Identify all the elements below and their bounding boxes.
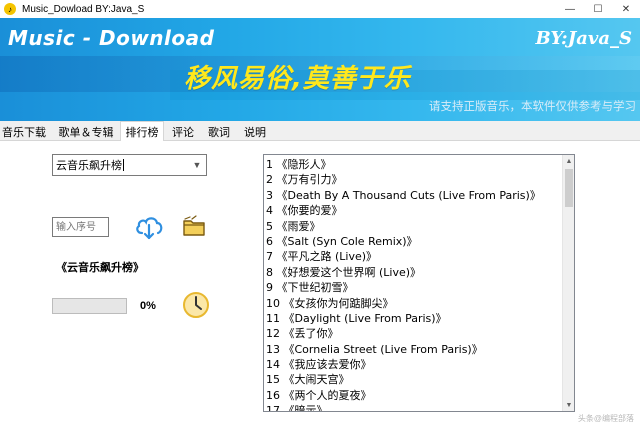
list-item[interactable]: 3 《Death By A Thousand Cuts (Live From P… <box>266 188 561 203</box>
scroll-thumb[interactable] <box>565 169 573 207</box>
folder-icon[interactable] <box>182 215 206 237</box>
tab-bar: 音乐下载 歌单＆专辑 排行榜 评论 歌词 说明 <box>0 121 640 142</box>
chart-select-value: 云音乐飙升榜 <box>56 160 122 172</box>
window-title: Music_Dowload BY:Java_S <box>22 3 145 15</box>
tab-ranking[interactable]: 排行榜 <box>120 121 164 142</box>
list-item[interactable]: 4 《你要的爱》 <box>266 203 561 218</box>
list-item[interactable]: 7 《平凡之路 (Live)》 <box>266 249 561 264</box>
tab-music-download[interactable]: 音乐下载 <box>0 122 48 141</box>
tab-instructions[interactable]: 说明 <box>239 122 271 141</box>
list-item[interactable]: 11 《Daylight (Live From Paris)》 <box>266 311 561 326</box>
header-banner: Music - Download BY:Java_S 移风易俗,莫善于乐 请支持… <box>0 18 640 121</box>
cloud-download-icon[interactable] <box>134 213 164 241</box>
tab-lyrics[interactable]: 歌词 <box>203 122 235 141</box>
tab-comments[interactable]: 评论 <box>167 122 199 141</box>
list-item[interactable]: 13 《Cornelia Street (Live From Paris)》 <box>266 342 561 357</box>
list-item[interactable]: 8 《好想爱这个世界啊 (Live)》 <box>266 265 561 280</box>
song-items: 1 《隐形人》 2 《万有引力》 3 《Death By A Thousand Cu… <box>266 157 561 411</box>
list-item[interactable]: 15 《大闹天宫》 <box>266 372 561 387</box>
tab-playlist-album[interactable]: 歌单＆专辑 <box>55 122 117 141</box>
list-item[interactable]: 9 《下世纪初雪》 <box>266 280 561 295</box>
list-item[interactable]: 1 《隐形人》 <box>266 157 561 172</box>
list-item[interactable]: 17 《暗示》 <box>266 403 561 411</box>
banner-author: BY:Java_S <box>535 28 632 49</box>
minimize-button[interactable]: — <box>556 0 584 18</box>
scroll-up-arrow-icon[interactable]: ▲ <box>563 155 574 167</box>
watermark: 头条@编程部落 <box>577 414 634 423</box>
list-item[interactable]: 5 《雨爱》 <box>266 219 561 234</box>
list-item[interactable]: 2 《万有引力》 <box>266 172 561 187</box>
banner-title: Music - Download <box>8 26 215 50</box>
list-item[interactable]: 6 《Salt (Syn Cole Remix)》 <box>266 234 561 249</box>
index-input[interactable] <box>52 217 109 237</box>
list-item[interactable]: 10 《女孩你为何踮脚尖》 <box>266 296 561 311</box>
list-item[interactable]: 14 《我应该去爱你》 <box>266 357 561 372</box>
playlist-title: 《云音乐飙升榜》 <box>56 262 144 274</box>
chevron-down-icon[interactable]: ▼ <box>191 158 203 172</box>
scroll-down-arrow-icon[interactable]: ▼ <box>563 399 574 411</box>
banner-notice: 请支持正版音乐，本软件仅供参考与学习 <box>429 101 636 113</box>
title-bar: ♪ Music_Dowload BY:Java_S — ☐ ✕ <box>0 0 640 18</box>
clock-icon[interactable] <box>182 291 210 319</box>
window-controls: — ☐ ✕ <box>556 0 640 18</box>
progress-percent: 0% <box>140 300 156 312</box>
ranking-panel: 云音乐飙升榜 ▼ 《云音乐飙升榜》 0% 1 《隐形人》2 《万有引力》3 《D… <box>0 141 640 428</box>
banner-slogan: 移风易俗,莫善于乐 <box>184 64 411 94</box>
list-item[interactable]: 12 《丢了你》 <box>266 326 561 341</box>
maximize-button[interactable]: ☐ <box>584 0 612 18</box>
chart-select[interactable]: 云音乐飙升榜 ▼ <box>52 154 207 176</box>
song-list[interactable]: 1 《隐形人》 2 《万有引力》 3 《Death By A Thousand Cu… <box>263 154 575 412</box>
app-music-icon: ♪ <box>4 3 16 15</box>
close-button[interactable]: ✕ <box>612 0 640 18</box>
download-progress-bar <box>52 298 127 314</box>
scrollbar[interactable]: ▲ ▼ <box>562 155 574 411</box>
list-item[interactable]: 16 《两个人的夏夜》 <box>266 388 561 403</box>
